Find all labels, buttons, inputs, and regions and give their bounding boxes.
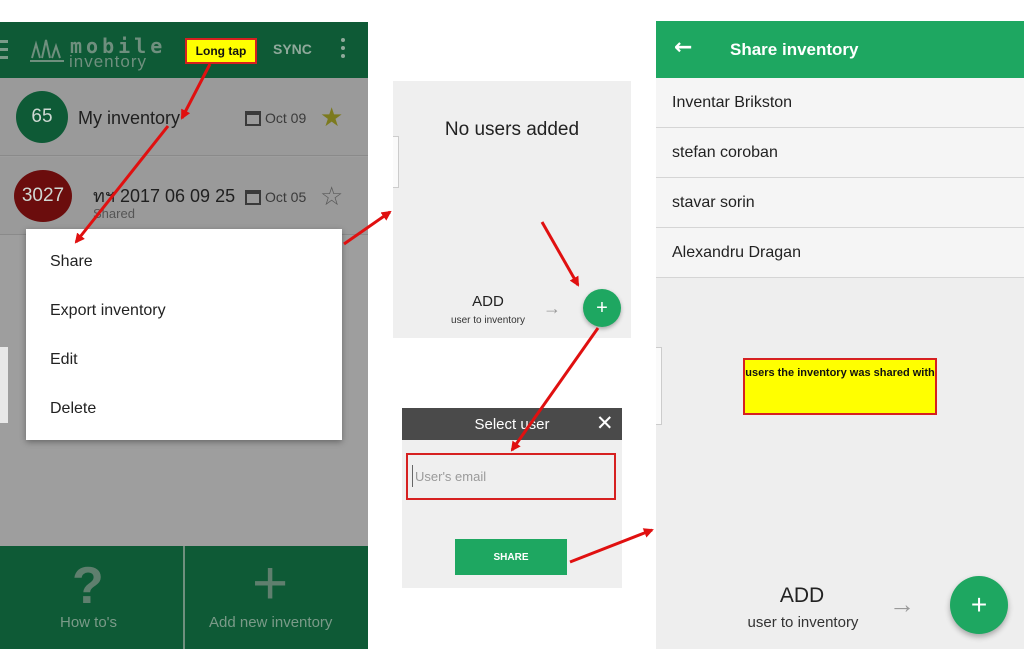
item-count-badge: 3027 xyxy=(14,170,72,222)
add-icon[interactable]: + xyxy=(252,548,288,619)
list-item[interactable]: Inventar Brikston xyxy=(656,78,1024,128)
add-user-label: ADD xyxy=(779,584,825,607)
add-user-sublabel: user to inventory xyxy=(747,614,859,631)
star-outline-icon[interactable]: ☆ xyxy=(320,183,343,209)
side-tab xyxy=(656,347,662,425)
logo-icon xyxy=(30,39,64,62)
inventory-date-text: Oct 09 xyxy=(265,110,307,126)
arrow-right-icon: → xyxy=(543,298,561,318)
menu-item-edit[interactable]: Edit xyxy=(50,351,78,369)
share-button[interactable]: SHARE xyxy=(455,539,567,575)
sync-button[interactable]: SYNC xyxy=(273,41,312,57)
email-field[interactable] xyxy=(412,465,610,487)
menu-item-export[interactable]: Export inventory xyxy=(50,302,166,320)
add-inventory-button[interactable]: Add new inventory xyxy=(209,614,332,631)
divider xyxy=(183,546,185,649)
shared-users-annotation: users the inventory was shared with xyxy=(743,358,937,415)
context-menu: Share Export inventory Edit Delete xyxy=(26,229,342,440)
share-inventory-screen: ← Share inventory Inventar Brikston stef… xyxy=(656,21,1024,649)
inventory-row[interactable]: 3027 ทฯ 2017 06 09 25 Shared Oct 05 ☆ xyxy=(0,157,368,235)
menu-item-delete[interactable]: Delete xyxy=(50,400,96,418)
close-icon[interactable]: ✕ xyxy=(596,411,614,435)
list-item[interactable]: stavar sorin xyxy=(656,178,1024,228)
inventory-name: My inventory xyxy=(78,108,181,128)
add-user-label: ADD xyxy=(472,293,504,310)
shared-users-list: Inventar Brikston stefan coroban stavar … xyxy=(656,78,1024,278)
more-vert-icon[interactable] xyxy=(341,38,347,62)
share-toolbar: ← Share inventory xyxy=(656,21,1024,78)
select-user-dialog: Select user ✕ SHARE xyxy=(402,408,622,588)
drawer-handle[interactable] xyxy=(0,347,8,423)
inventory-date-text: Oct 05 xyxy=(265,189,307,205)
dialog-title: Select user xyxy=(474,416,550,433)
email-field-highlight xyxy=(406,453,616,500)
item-count-badge: 65 xyxy=(16,91,68,143)
empty-state-title: No users added xyxy=(444,119,580,140)
logo-text-bottom: inventory xyxy=(69,52,147,71)
list-item[interactable]: stefan coroban xyxy=(656,128,1024,178)
arrow-right-icon: → xyxy=(889,589,915,619)
empty-share-screen: No users added ADD user to inventory → + xyxy=(393,81,631,338)
home-screen: mobile inventory SYNC 65 My inventory Oc… xyxy=(0,22,368,649)
inventory-date: Oct 05 xyxy=(245,189,306,205)
long-tap-annotation: Long tap xyxy=(185,38,257,64)
page-title: Share inventory xyxy=(730,40,859,59)
inventory-row[interactable]: 65 My inventory Oct 09 ★ xyxy=(0,78,368,156)
back-arrow-icon[interactable]: ← xyxy=(674,35,692,60)
add-user-fab[interactable]: + xyxy=(950,576,1008,634)
app-toolbar: mobile inventory SYNC xyxy=(0,22,368,78)
calendar-icon xyxy=(245,189,261,205)
hamburger-icon[interactable] xyxy=(0,40,8,60)
inventory-shared-label: Shared xyxy=(93,206,135,221)
add-user-fab[interactable]: + xyxy=(583,289,621,327)
how-tos-button[interactable]: How to's xyxy=(60,614,117,631)
bottom-bar: ? How to's + Add new inventory xyxy=(0,546,368,649)
help-icon[interactable]: ? xyxy=(72,556,104,616)
star-filled-icon[interactable]: ★ xyxy=(320,104,343,130)
dialog-header: Select user ✕ xyxy=(402,408,622,440)
calendar-icon xyxy=(245,110,261,126)
menu-item-share[interactable]: Share xyxy=(50,253,93,271)
add-user-sublabel: user to inventory xyxy=(451,315,525,326)
inventory-date: Oct 09 xyxy=(245,110,306,126)
side-tab xyxy=(393,136,399,188)
list-item[interactable]: Alexandru Dragan xyxy=(656,228,1024,278)
